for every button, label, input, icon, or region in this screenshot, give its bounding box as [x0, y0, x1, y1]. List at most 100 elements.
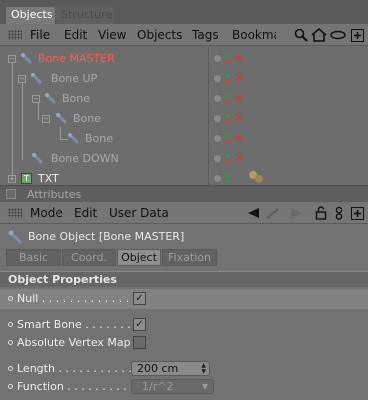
bone-icon [32, 153, 44, 165]
search-icon[interactable] [293, 27, 309, 43]
new-panel-icon[interactable] [349, 27, 365, 43]
back-arrow-icon[interactable] [245, 205, 261, 221]
bone-icon [21, 53, 33, 65]
object-label: Bone MASTER [38, 52, 115, 65]
disabled-x-icon[interactable]: ✕ [234, 151, 244, 165]
visibility-dots[interactable] [226, 173, 232, 185]
section-title: Object Properties [8, 273, 117, 286]
visibility-dots[interactable] [226, 93, 232, 105]
function-select[interactable]: 1/r^2 ▼ [131, 379, 214, 394]
prop-label: Smart Bone . . . . . . . . [17, 318, 138, 331]
disabled-x-icon[interactable]: ✕ [234, 131, 244, 145]
drag-grip-icon[interactable] [8, 30, 22, 40]
length-field[interactable]: 200 cm ▲ ▼ [131, 361, 210, 376]
tree-row-bone[interactable]: − Bone ✕ [0, 89, 368, 109]
object-tree: − Bone MASTER ✕ − Bone UP ✕ − Bone ✕ − B… [0, 47, 368, 185]
bone-icon [56, 113, 68, 125]
animation-bullet-icon[interactable] [8, 366, 13, 371]
collapse-toggle[interactable]: − [18, 75, 26, 83]
tree-row-txt[interactable]: + T TXT [0, 169, 368, 185]
tree-row-bone-up[interactable]: − Bone UP ✕ [0, 69, 368, 89]
menu-edit[interactable]: Edit [64, 28, 87, 42]
status-dot[interactable] [214, 175, 221, 182]
length-value: 200 cm [137, 362, 179, 375]
menu-tags[interactable]: Tags [192, 28, 219, 42]
prop-length: Length . . . . . . . . . . . . 200 cm ▲ ▼ [0, 359, 368, 379]
smart-bone-checkbox[interactable]: ✓ [133, 318, 146, 331]
tab-coord[interactable]: Coord. [62, 249, 116, 266]
status-dot[interactable] [214, 75, 221, 82]
attributes-body: Bone Object [Bone MASTER] Basic Coord. O… [0, 224, 368, 400]
tab-basic[interactable]: Basic [6, 249, 61, 266]
settings-icon[interactable] [331, 205, 347, 221]
menu-bookmarks[interactable]: Bookma [232, 28, 276, 42]
expand-toggle[interactable]: + [8, 175, 16, 183]
tree-row-bone-master[interactable]: − Bone MASTER ✕ [0, 49, 368, 69]
menu-objects[interactable]: Objects [137, 28, 182, 42]
lock-icon[interactable] [313, 205, 329, 221]
bone-icon [31, 73, 43, 85]
tag-icon[interactable] [248, 170, 264, 184]
tab-fixation[interactable]: Fixation [162, 249, 217, 266]
status-dot[interactable] [214, 135, 221, 142]
collapse-toggle[interactable]: − [32, 95, 40, 103]
objects-menubar: File Edit View Objects Tags Bookma [0, 24, 368, 46]
tree-row-bone[interactable]: Bone ✕ [0, 129, 368, 149]
visibility-dots[interactable] [226, 133, 232, 145]
forward-arrow-icon[interactable] [289, 205, 305, 221]
null-checkbox[interactable]: ✓ [133, 292, 146, 305]
new-panel-icon[interactable] [349, 205, 365, 221]
disabled-x-icon[interactable]: ✕ [234, 111, 244, 125]
visibility-dots[interactable] [226, 73, 232, 85]
menu-edit[interactable]: Edit [74, 206, 97, 220]
disabled-x-icon[interactable]: ✕ [234, 91, 244, 105]
text-object-icon: T [21, 173, 32, 184]
animation-bullet-icon[interactable] [8, 296, 13, 301]
object-label: Bone UP [51, 72, 98, 85]
object-label: Bone [85, 132, 114, 145]
collapse-toggle[interactable]: − [42, 115, 50, 123]
animation-bullet-icon[interactable] [8, 322, 13, 327]
prop-null: Null . . . . . . . . . . . . . . ✓ [0, 289, 368, 309]
menu-view[interactable]: View [98, 28, 126, 42]
prop-smart-bone: Smart Bone . . . . . . . . ✓ [0, 315, 368, 335]
tab-object[interactable]: Object [117, 249, 161, 266]
tab-structure[interactable]: Structure [56, 7, 114, 24]
eye-icon[interactable] [330, 27, 346, 43]
disabled-x-icon[interactable]: ✕ [234, 71, 244, 85]
menu-file[interactable]: File [30, 28, 50, 42]
object-label: Bone DOWN [51, 152, 119, 165]
prop-label: Null . . . . . . . . . . . . . . [17, 292, 137, 305]
tree-row-bone-down[interactable]: Bone DOWN ✕ [0, 149, 368, 169]
stepper-arrows-icon[interactable]: ▲ ▼ [201, 363, 206, 375]
visibility-dots[interactable] [226, 153, 232, 165]
status-dot[interactable] [214, 115, 221, 122]
absolute-vertex-map-checkbox[interactable] [133, 336, 146, 349]
attributes-panel-toggle[interactable] [6, 189, 16, 199]
drag-grip-icon[interactable] [8, 208, 22, 218]
object-label: TXT [38, 172, 59, 185]
animation-bullet-icon[interactable] [8, 384, 13, 389]
bone-icon [8, 230, 23, 245]
attributes-title: Attributes [27, 188, 82, 201]
up-arrow-icon[interactable] [265, 205, 281, 221]
status-dot[interactable] [214, 155, 221, 162]
bone-icon [45, 93, 57, 105]
panel-tab-strip: Objects Structure [0, 0, 368, 24]
attributes-menubar: Mode Edit User Data [0, 202, 368, 224]
animation-bullet-icon[interactable] [8, 340, 13, 345]
prop-absolute-vertex-map: Absolute Vertex Map [0, 333, 368, 353]
status-dot[interactable] [214, 95, 221, 102]
visibility-dots[interactable] [226, 53, 232, 65]
menu-mode[interactable]: Mode [30, 206, 63, 220]
visibility-dots[interactable] [226, 113, 232, 125]
disabled-x-icon[interactable]: ✕ [234, 51, 244, 65]
collapse-toggle[interactable]: − [8, 55, 16, 63]
home-icon[interactable] [311, 27, 327, 43]
bone-icon [68, 133, 80, 145]
tree-row-bone[interactable]: − Bone ✕ [0, 109, 368, 129]
menu-user-data[interactable]: User Data [109, 206, 169, 220]
status-dot[interactable] [214, 55, 221, 62]
tab-objects[interactable]: Objects [6, 7, 55, 24]
prop-function: Function . . . . . . . . . . 1/r^2 ▼ [0, 377, 368, 397]
